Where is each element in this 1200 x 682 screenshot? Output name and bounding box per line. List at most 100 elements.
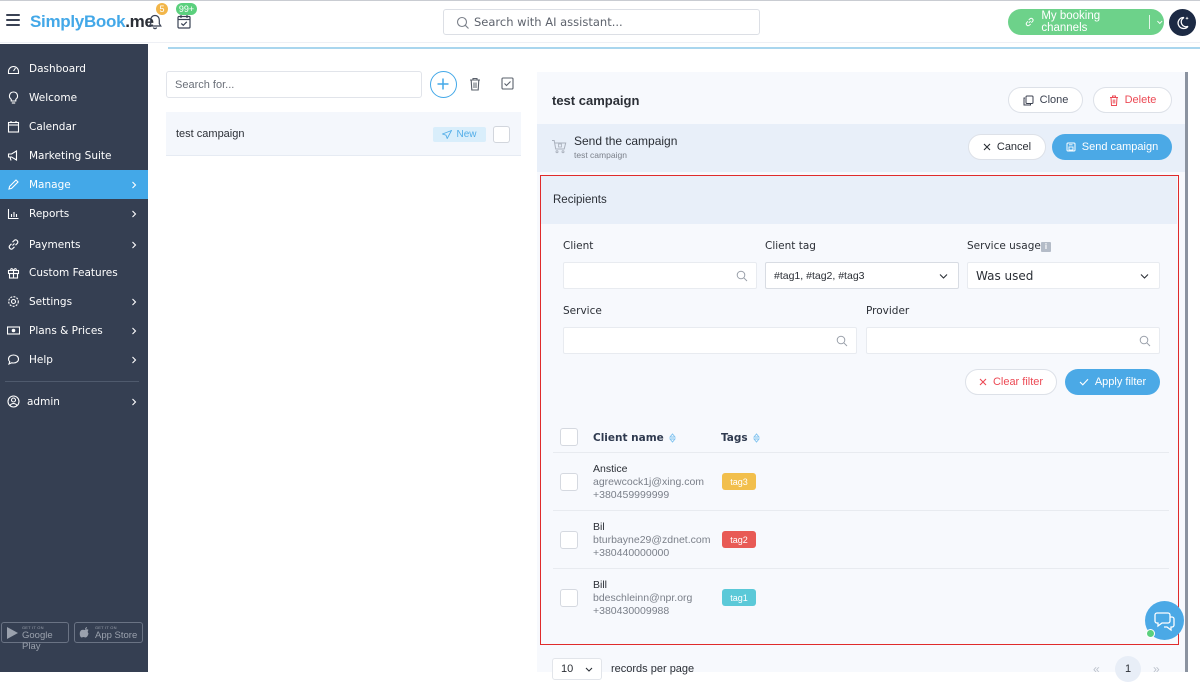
chart-icon [7, 209, 19, 220]
campaign-list-item[interactable]: test campaign New [166, 112, 521, 156]
sidebar-item-payments[interactable]: Payments [0, 230, 148, 259]
progress-line [168, 47, 1200, 49]
column-header-client-name[interactable]: Client name [593, 432, 676, 444]
google-play-button[interactable]: GET IT ON Google Play [1, 622, 69, 652]
online-status-dot [1146, 629, 1155, 638]
row-checkbox[interactable] [560, 531, 578, 549]
user-circle-icon [7, 395, 20, 408]
chevron-right-icon [132, 181, 137, 188]
sidebar-item-admin[interactable]: admin [0, 387, 148, 416]
sidebar-item-settings[interactable]: Settings [0, 287, 148, 316]
sidebar: Dashboard Welcome Calendar Marketing Sui… [0, 44, 148, 672]
row-checkbox[interactable] [560, 473, 578, 491]
select-all-checkbox[interactable] [560, 428, 578, 446]
client-tag-label: Client tag [765, 240, 816, 252]
chevron-down-icon [1140, 274, 1149, 279]
sidebar-item-custom-features[interactable]: Custom Features [0, 258, 148, 287]
campaign-detail-panel: test campaign Clone Delete Send the camp… [537, 72, 1187, 682]
campaign-search-input[interactable] [175, 77, 413, 93]
clone-button[interactable]: Clone [1008, 87, 1083, 113]
dark-mode-toggle[interactable] [1169, 9, 1196, 36]
chevron-down-icon [939, 274, 948, 279]
ai-search-input[interactable] [474, 13, 754, 31]
paper-plane-icon [442, 130, 453, 139]
client-field[interactable] [563, 262, 757, 289]
table-row[interactable]: Bill bdeschleinn@npr.org +380430009988 t… [553, 568, 1169, 626]
chevron-right-icon [132, 398, 137, 405]
app-store-button[interactable]: GET IT ON App Store [74, 622, 143, 643]
chat-bubble-icon [7, 354, 20, 366]
column-header-tags[interactable]: Tags [721, 432, 760, 444]
clear-filter-button[interactable]: Clear filter [965, 369, 1057, 395]
campaign-header: test campaign Clone Delete [537, 72, 1187, 124]
delete-button[interactable]: Delete [1093, 87, 1172, 113]
calendar-icon [7, 121, 20, 133]
link-icon [8, 239, 19, 250]
page-1-button[interactable]: 1 [1115, 656, 1141, 682]
prev-page-button[interactable]: « [1093, 662, 1100, 676]
page-title: test campaign [552, 93, 640, 108]
content-area: test campaign New test campaign Clone De… [148, 44, 1200, 682]
scrollbar[interactable] [1185, 72, 1188, 672]
cancel-button[interactable]: Cancel [968, 134, 1046, 160]
gift-icon [7, 268, 20, 279]
copy-icon [1023, 95, 1034, 105]
booking-channels-button[interactable]: My booking channels [1008, 9, 1164, 35]
table-row[interactable]: Anstice agrewcock1j@xing.com +3804599999… [553, 452, 1169, 510]
google-play-icon [7, 627, 18, 639]
row-checkbox[interactable] [560, 589, 578, 607]
ai-search-box[interactable] [443, 9, 760, 35]
next-page-button[interactable]: » [1153, 662, 1160, 676]
notifications-badge: 5 [156, 3, 168, 15]
money-icon [7, 326, 20, 335]
sidebar-item-dashboard[interactable]: Dashboard [0, 54, 148, 83]
search-icon [456, 16, 469, 29]
apple-icon [79, 627, 89, 638]
sidebar-divider [5, 381, 139, 382]
sort-icon [668, 433, 676, 443]
sidebar-item-plans-prices[interactable]: Plans & Prices [0, 316, 148, 345]
chevron-right-icon [132, 356, 137, 363]
provider-field[interactable] [866, 327, 1160, 354]
sidebar-item-help[interactable]: Help [0, 345, 148, 374]
bookings-badge: 99+ [176, 3, 197, 15]
chevron-right-icon [132, 210, 137, 217]
search-icon [736, 270, 748, 282]
calendar-check-icon[interactable] [177, 14, 191, 29]
sidebar-item-calendar[interactable]: Calendar [0, 112, 148, 141]
gear-icon [8, 296, 19, 307]
apply-filter-button[interactable]: Apply filter [1065, 369, 1160, 395]
sidebar-item-manage[interactable]: Manage [0, 170, 148, 199]
top-bar: SimplyBook.me 5 99+ My booking channels [0, 0, 1200, 43]
chevron-right-icon [132, 298, 137, 305]
service-usage-select[interactable]: Was used [967, 262, 1160, 289]
logo[interactable]: SimplyBook.me [30, 12, 154, 32]
chevron-right-icon [132, 241, 137, 248]
select-all-checkbox-icon[interactable] [501, 77, 514, 90]
trash-icon[interactable] [469, 77, 481, 91]
service-field[interactable] [563, 327, 857, 354]
client-tag-select[interactable]: #tag1, #tag2, #tag3 [765, 262, 959, 289]
service-usage-label: Service usage [967, 240, 1041, 252]
recipients-section: Recipients Client Client tag #tag1, #tag… [540, 175, 1179, 645]
lightbulb-icon [8, 91, 19, 104]
close-icon [979, 378, 987, 386]
sidebar-item-reports[interactable]: Reports [0, 199, 148, 228]
search-icon [836, 335, 848, 347]
info-icon[interactable]: i [1041, 242, 1051, 252]
campaign-search-box[interactable] [166, 71, 422, 98]
sidebar-item-marketing-suite[interactable]: Marketing Suite [0, 141, 148, 170]
megaphone-icon [7, 150, 18, 161]
sidebar-item-welcome[interactable]: Welcome [0, 83, 148, 112]
campaign-checkbox[interactable] [493, 126, 510, 143]
bell-icon[interactable] [148, 14, 162, 30]
table-row[interactable]: Bil bturbayne29@zdnet.com +380440000000 … [553, 510, 1169, 568]
chevron-down-icon[interactable] [1156, 18, 1164, 26]
send-campaign-button[interactable]: Send campaign [1052, 134, 1172, 160]
tag-badge: tag3 [722, 473, 756, 490]
link-icon [1025, 17, 1034, 27]
plus-icon [437, 78, 449, 90]
add-campaign-button[interactable] [430, 71, 457, 98]
hamburger-menu-icon[interactable] [6, 14, 20, 26]
records-per-page-select[interactable]: 10 [552, 658, 602, 680]
